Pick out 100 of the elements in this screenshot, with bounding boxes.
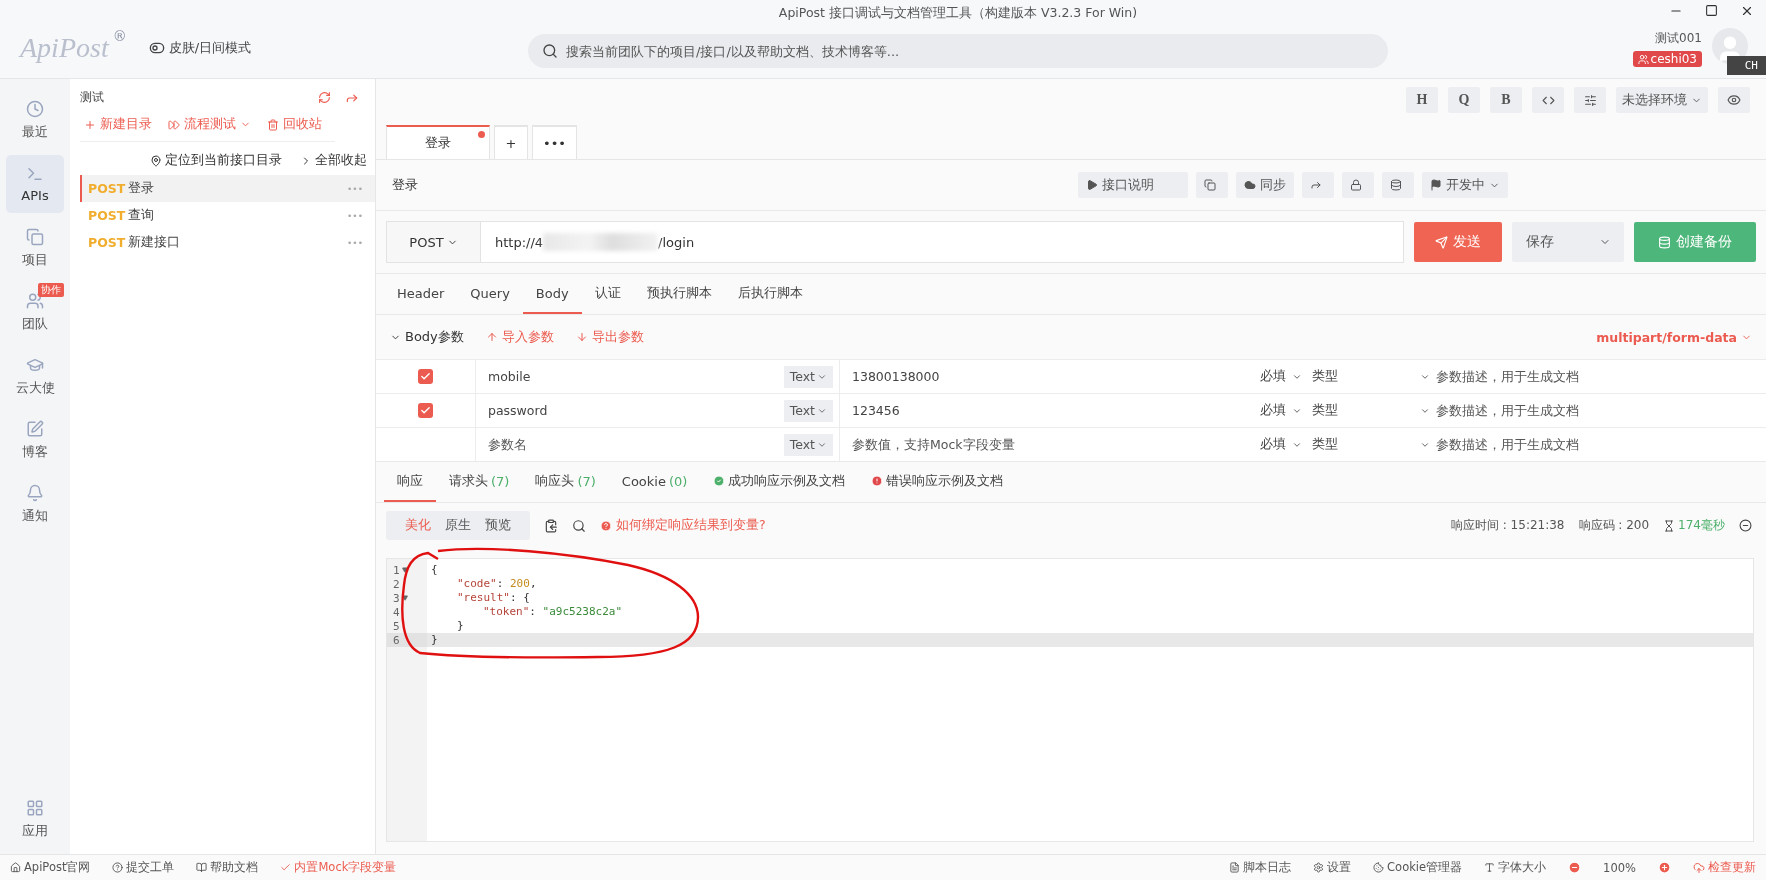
request-tab[interactable]: Header: [384, 274, 458, 314]
copy-icon[interactable]: [544, 518, 558, 533]
tree-action[interactable]: 新建目录: [84, 116, 152, 133]
request-tab[interactable]: Query: [457, 274, 523, 314]
param-description-field[interactable]: 参数描述，用于生成文档: [1434, 368, 1766, 385]
environment-select[interactable]: 未选择环境: [1616, 87, 1708, 113]
status-link[interactable]: 帮助文档: [196, 860, 259, 875]
request-action-button[interactable]: [1382, 172, 1414, 198]
param-value-field[interactable]: 123456: [850, 402, 1260, 419]
param-description-field[interactable]: 参数描述，用于生成文档: [1434, 436, 1766, 453]
code-button[interactable]: [1532, 87, 1564, 113]
api-item[interactable]: POST 登录 •••: [80, 175, 375, 202]
rail-item[interactable]: 云大使: [6, 347, 64, 405]
code-editor[interactable]: 1 2 3 4 5 6 { "code": 200, "result": { "token": "a9c5238c2a" } }: [386, 558, 1754, 842]
field-type-select[interactable]: 类型: [1312, 436, 1338, 453]
request-tab[interactable]: 预执行脚本: [633, 274, 725, 314]
checkbox[interactable]: [418, 369, 433, 384]
rail-item[interactable]: APIs: [6, 155, 64, 213]
help-icon: [112, 862, 124, 873]
api-item[interactable]: POST 查询 •••: [80, 202, 375, 229]
refresh-icon[interactable]: [318, 90, 331, 104]
status-link[interactable]: Cookie管理器: [1373, 860, 1463, 875]
fold-icon[interactable]: [401, 567, 408, 573]
required-select[interactable]: 必填: [1260, 402, 1302, 419]
copy-icon: [1204, 179, 1216, 191]
request-tab[interactable]: 认证: [581, 274, 634, 314]
request-action-button[interactable]: 开发中: [1422, 172, 1508, 198]
collapse-all-link[interactable]: 全部收起: [300, 152, 367, 169]
required-select[interactable]: 必填: [1260, 368, 1302, 385]
request-tab[interactable]: Body: [522, 274, 582, 314]
search-bar[interactable]: 搜索当前团队下的项目/接口/以及帮助文档、技术博客等...: [528, 34, 1388, 68]
search-field[interactable]: 搜索当前团队下的项目/接口/以及帮助文档、技术博客等...: [564, 42, 1374, 60]
request-tab[interactable]: 后执行脚本: [724, 274, 816, 314]
required-select[interactable]: 必填: [1260, 436, 1302, 453]
rail-item[interactable]: 项目: [6, 219, 64, 277]
rail-item[interactable]: 博客: [6, 411, 64, 469]
rail-badge: 协作: [38, 283, 64, 297]
locate-link[interactable]: 定位到当前接口目录: [150, 152, 282, 169]
param-type-select[interactable]: Text: [783, 399, 833, 422]
view-mode-button[interactable]: 预览: [478, 513, 518, 538]
tree-action[interactable]: 回收站: [267, 116, 322, 133]
status-link[interactable]: 字体大小: [1484, 860, 1547, 875]
tree-action[interactable]: 流程测试: [168, 116, 251, 133]
team-badge[interactable]: ceshi03: [1632, 51, 1702, 67]
toolbar-button[interactable]: B: [1490, 87, 1522, 113]
rail-item[interactable]: 最近: [6, 91, 64, 149]
param-value-field[interactable]: 参数值，支持Mock字段变量: [850, 436, 1260, 453]
status-link[interactable]: 设置: [1313, 860, 1352, 875]
document-tab[interactable]: 登录: [386, 125, 490, 159]
response-tab[interactable]: 请求头 (7): [436, 462, 523, 502]
request-action-button[interactable]: 接口说明: [1078, 172, 1188, 198]
view-mode-button[interactable]: 原生: [438, 513, 478, 538]
param-name-field[interactable]: 参数名: [486, 436, 784, 453]
request-action-button[interactable]: 同步: [1236, 172, 1294, 198]
hourglass-icon: [1663, 519, 1676, 532]
preview-button[interactable]: [1718, 87, 1750, 113]
fold-icon[interactable]: [401, 595, 408, 601]
add-tab-button[interactable]: +: [494, 125, 528, 159]
lock-icon: [1350, 179, 1362, 191]
param-type-select[interactable]: Text: [783, 433, 833, 456]
param-value-field[interactable]: 13800138000: [850, 368, 1260, 385]
response-tab[interactable]: 成功响应示例及文档: [700, 462, 859, 502]
home-icon: [10, 862, 21, 873]
checkbox[interactable]: [418, 403, 433, 418]
response-time: 响应时间 : 15:21:38: [1450, 517, 1565, 534]
param-description-field[interactable]: 参数描述，用于生成文档: [1434, 402, 1766, 419]
status-link[interactable]: 提交工单: [112, 860, 175, 875]
response-tab[interactable]: 响应: [384, 462, 436, 502]
collapse-icon[interactable]: [1739, 519, 1752, 532]
field-type-select[interactable]: 类型: [1312, 368, 1338, 385]
zoom-in-icon[interactable]: [1658, 861, 1671, 874]
maximize-icon[interactable]: [1705, 4, 1718, 17]
api-item[interactable]: POST 新建接口 •••: [80, 229, 375, 256]
param-type-select[interactable]: Text: [783, 365, 833, 388]
param-name-field[interactable]: password: [486, 402, 784, 419]
toolbar-button[interactable]: Q: [1448, 87, 1480, 113]
request-action-button[interactable]: [1302, 172, 1334, 198]
search-icon[interactable]: [572, 518, 586, 533]
rail-item[interactable]: 应用: [6, 790, 64, 848]
rail-item[interactable]: 通知: [6, 475, 64, 533]
request-action-button[interactable]: [1342, 172, 1374, 198]
theme-toggle[interactable]: 皮肤/日间模式: [148, 39, 252, 57]
zoom-out-icon[interactable]: [1568, 861, 1582, 874]
param-name-field[interactable]: mobile: [486, 368, 784, 385]
response-tab[interactable]: 错误响应示例及文档: [858, 462, 1017, 502]
response-tab[interactable]: 响应头 (7): [522, 462, 609, 502]
request-action-button[interactable]: [1196, 172, 1228, 198]
toolbar-button[interactable]: H: [1406, 87, 1438, 113]
unsaved-dot: [478, 131, 485, 138]
settings-button[interactable]: [1574, 87, 1606, 113]
body-params-toggle[interactable]: Body参数: [390, 328, 464, 346]
status-link[interactable]: 脚本日志: [1229, 860, 1292, 875]
status-link[interactable]: ApiPost官网: [10, 860, 91, 875]
rail-item[interactable]: 协作 团队: [6, 283, 64, 341]
response-tab[interactable]: Cookie (0): [608, 462, 701, 502]
field-type-select[interactable]: 类型: [1312, 402, 1338, 419]
close-icon[interactable]: [1740, 4, 1754, 18]
bell-icon: [26, 483, 44, 502]
more-tabs-button[interactable]: •••: [532, 125, 577, 159]
save-button[interactable]: 保存: [1512, 222, 1624, 262]
